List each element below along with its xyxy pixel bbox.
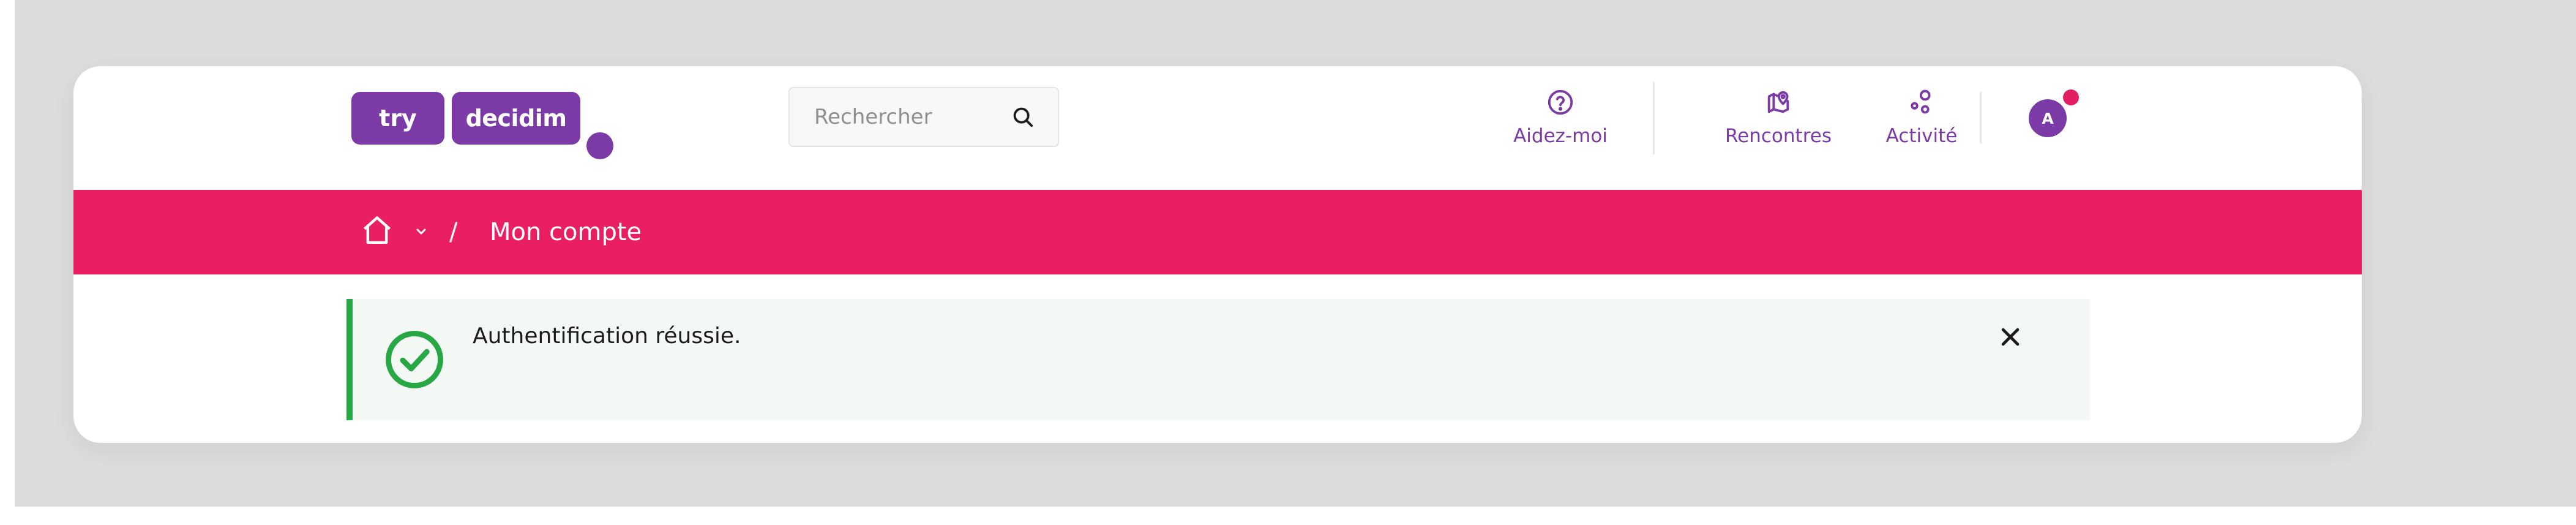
search-icon[interactable] xyxy=(1011,105,1035,129)
nav-label-meetings: Rencontres xyxy=(1725,125,1832,147)
activity-icon xyxy=(1911,89,1931,114)
page-background: try decidim Rechercher Aidez-moi Rencont… xyxy=(15,0,2576,507)
flash-message-text: Authentification réussie. xyxy=(473,323,741,349)
flash-message: Authentification réussie. xyxy=(346,299,2090,420)
search-placeholder: Rechercher xyxy=(814,105,932,129)
home-icon[interactable] xyxy=(360,213,394,247)
notification-badge xyxy=(2063,89,2079,105)
map-pin-icon xyxy=(1767,91,1789,113)
user-avatar[interactable]: A xyxy=(2029,99,2067,137)
chevron-down-icon[interactable] xyxy=(414,224,429,239)
search-input[interactable]: Rechercher xyxy=(788,87,1059,147)
main-header: try decidim Rechercher Aidez-moi Rencont… xyxy=(73,66,2362,190)
logo-decidim-label: decidim xyxy=(452,92,580,145)
check-circle-icon xyxy=(386,331,443,388)
nav-item-help[interactable]: Aidez-moi xyxy=(1508,88,1612,162)
nav-label-activity: Activité xyxy=(1885,125,1958,147)
nav-label-help: Aidez-moi xyxy=(1513,125,1608,147)
nav-divider xyxy=(1653,82,1655,154)
nav-item-meetings[interactable]: Rencontres xyxy=(1702,88,1855,162)
breadcrumb: / Mon compte xyxy=(73,190,2362,274)
logo-dot xyxy=(586,132,613,159)
nav-item-activity[interactable]: Activité xyxy=(1863,88,1980,162)
close-icon[interactable] xyxy=(1997,323,2024,350)
breadcrumb-separator: / xyxy=(449,218,458,246)
help-circle-icon xyxy=(1548,89,1573,115)
nav-divider xyxy=(1980,92,1982,143)
app-card: try decidim Rechercher Aidez-moi Rencont… xyxy=(73,66,2362,443)
logo-try-label: try xyxy=(351,92,444,145)
breadcrumb-current: Mon compte xyxy=(490,218,642,246)
